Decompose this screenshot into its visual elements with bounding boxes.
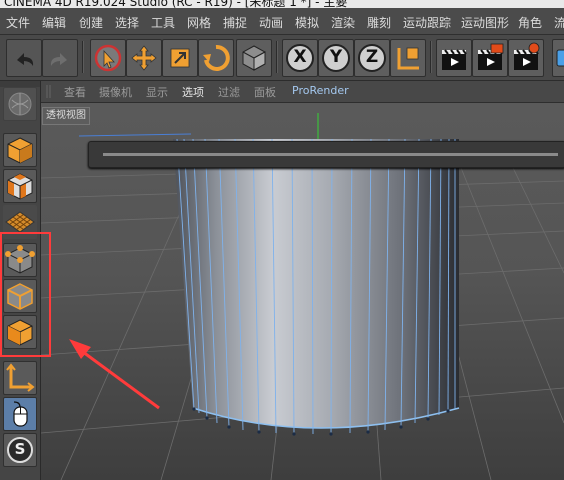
menu-edit[interactable]: 编辑 <box>42 14 66 31</box>
enable-axis-icon <box>6 363 35 392</box>
texture-mode-button[interactable] <box>3 169 37 203</box>
menu-motion-tracker[interactable]: 运动跟踪 <box>403 14 451 31</box>
annotation-highlight-box <box>0 232 51 357</box>
cylinder-object[interactable] <box>173 138 460 436</box>
menu-mesh[interactable]: 网格 <box>187 14 211 31</box>
menu-simulate[interactable]: 模拟 <box>295 14 319 31</box>
menu-file[interactable]: 文件 <box>6 14 30 31</box>
z-axis-label: Z <box>365 47 379 67</box>
rotate-icon <box>203 44 230 71</box>
redo-button[interactable] <box>42 39 78 77</box>
coordinate-system-icon <box>397 47 419 70</box>
scale-icon <box>170 48 190 68</box>
y-axis-lock-button[interactable]: Y <box>318 39 354 77</box>
menu-tools[interactable]: 工具 <box>151 14 175 31</box>
viewport-menu-options[interactable]: 选项 <box>182 84 204 100</box>
toolbar-separator <box>430 41 432 73</box>
x-axis-lock-button[interactable]: X <box>282 39 318 77</box>
viewport-menu-prorender[interactable]: ProRender <box>292 84 349 97</box>
viewport-menu-grip-icon <box>46 85 51 98</box>
viewport-menu-panel[interactable]: 面板 <box>254 84 276 100</box>
undo-icon <box>17 53 34 66</box>
x-axis-label: X <box>293 47 307 67</box>
menu-pipeline[interactable]: 流 <box>554 14 564 31</box>
floating-palette-track[interactable] <box>103 153 558 156</box>
solo-button[interactable]: S <box>3 433 37 467</box>
menu-mograph[interactable]: 运动图形 <box>461 14 509 31</box>
move-icon <box>131 45 157 71</box>
render-view-icon <box>442 49 467 70</box>
menu-select[interactable]: 选择 <box>115 14 139 31</box>
floating-palette-bar[interactable] <box>88 141 564 168</box>
render-picture-viewer-icon <box>478 43 504 70</box>
tweak-mode-icon <box>13 401 28 427</box>
make-editable-button[interactable] <box>3 87 37 121</box>
viewport-menu-view[interactable]: 查看 <box>64 84 86 100</box>
render-picture-viewer-button[interactable] <box>472 39 508 77</box>
menu-create[interactable]: 创建 <box>79 14 103 31</box>
main-toolbar: X Y Z <box>0 35 564 81</box>
recent-object-button[interactable] <box>236 39 272 77</box>
cube-object-button[interactable] <box>552 39 564 77</box>
model-mode-button[interactable] <box>3 133 37 167</box>
menu-sculpt[interactable]: 雕刻 <box>367 14 391 31</box>
z-axis-lock-button[interactable]: Z <box>354 39 390 77</box>
solo-label: S <box>14 440 26 458</box>
menu-character[interactable]: 角色 <box>518 14 542 31</box>
live-selection-icon <box>94 44 122 72</box>
menu-snap[interactable]: 捕捉 <box>223 14 247 31</box>
redo-icon <box>50 53 67 66</box>
render-settings-icon <box>514 42 540 70</box>
viewport-menu-display[interactable]: 显示 <box>146 84 168 100</box>
scale-button[interactable] <box>162 39 198 77</box>
cube-object-icon <box>556 49 564 67</box>
tweak-mode-button[interactable] <box>3 397 37 431</box>
texture-mode-icon <box>7 173 33 200</box>
recent-object-icon <box>242 45 266 71</box>
render-settings-button[interactable] <box>508 39 544 77</box>
viewport-menubar: 查看 摄像机 显示 选项 过滤 面板 ProRender <box>41 81 564 103</box>
live-selection-button[interactable] <box>90 39 126 77</box>
undo-button[interactable] <box>6 39 42 77</box>
menu-render[interactable]: 渲染 <box>331 14 355 31</box>
toolbar-separator <box>82 41 84 73</box>
window-title: CINEMA 4D R19.024 Studio (RC - R19) - [未… <box>4 0 348 8</box>
main-menubar: 文件 编辑 创建 选择 工具 网格 捕捉 动画 模拟 渲染 雕刻 运动跟踪 运动… <box>0 8 564 35</box>
rotate-button[interactable] <box>198 39 234 77</box>
y-axis-label: Y <box>329 47 343 67</box>
enable-axis-button[interactable] <box>3 361 37 395</box>
render-view-button[interactable] <box>436 39 472 77</box>
model-mode-icon <box>7 137 33 164</box>
move-button[interactable] <box>126 39 162 77</box>
toolbar-separator <box>276 41 278 73</box>
menu-animate[interactable]: 动画 <box>259 14 283 31</box>
window-titlebar: CINEMA 4D R19.024 Studio (RC - R19) - [未… <box>0 0 564 8</box>
make-editable-icon <box>8 92 32 116</box>
viewport-label: 透视视图 <box>42 107 90 125</box>
coordinate-system-button[interactable] <box>390 39 426 77</box>
viewport-menu-filter[interactable]: 过滤 <box>218 84 240 100</box>
viewport-menu-cameras[interactable]: 摄像机 <box>99 84 132 100</box>
